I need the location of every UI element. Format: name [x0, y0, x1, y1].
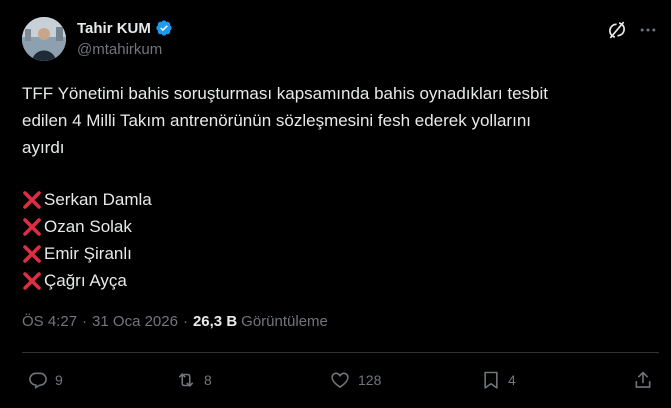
- retweet-icon: [175, 370, 197, 390]
- more-icon[interactable]: [637, 19, 659, 41]
- list-item-label: Çağrı Ayça: [44, 271, 127, 290]
- name-list: Serkan Damla Ozan Solak Emir Şiranlı Çağ…: [22, 186, 152, 294]
- reply-icon: [28, 370, 48, 390]
- reply-button[interactable]: 9: [28, 368, 63, 392]
- red-cross-mark-icon: [22, 271, 42, 291]
- grok-icon[interactable]: [606, 19, 628, 41]
- bookmark-button[interactable]: 4: [481, 368, 516, 392]
- share-icon: [633, 369, 653, 391]
- views-label: Görüntüleme: [241, 313, 328, 330]
- heart-icon: [329, 370, 351, 390]
- author-display-name[interactable]: Tahir KUM: [77, 20, 151, 37]
- author-handle[interactable]: @mtahirkum: [77, 41, 162, 58]
- retweet-count: 8: [204, 372, 212, 388]
- tweet-text-line: ayırdı: [22, 138, 65, 157]
- list-item: Ozan Solak: [22, 213, 152, 240]
- tweet-text-line: edilen 4 Milli Takım antrenörünün sözleş…: [22, 111, 531, 130]
- tweet-date[interactable]: 31 Oca 2026: [92, 313, 178, 330]
- tweet-time[interactable]: ÖS 4:27: [22, 313, 77, 330]
- tweet-card: Tahir KUM @mtahirkum TFF Yönetimi bahis …: [0, 0, 671, 408]
- bookmark-count: 4: [508, 372, 516, 388]
- retweet-button[interactable]: 8: [175, 368, 212, 392]
- list-item: Serkan Damla: [22, 186, 152, 213]
- red-cross-mark-icon: [22, 244, 42, 264]
- tweet-meta: ÖS 4:27 · 31 Oca 2026 · 26,3 B Görüntüle…: [22, 313, 328, 330]
- share-button[interactable]: [633, 368, 653, 392]
- tweet-text: TFF Yönetimi bahis soruşturması kapsamın…: [22, 80, 652, 161]
- red-cross-mark-icon: [22, 190, 42, 210]
- list-item: Emir Şiranlı: [22, 240, 152, 267]
- meta-separator: ·: [182, 313, 188, 330]
- like-button[interactable]: 128: [329, 368, 381, 392]
- list-item-label: Ozan Solak: [44, 217, 132, 236]
- views-count[interactable]: 26,3 B: [193, 313, 237, 330]
- verified-badge-icon[interactable]: [155, 19, 173, 37]
- like-count: 128: [358, 372, 382, 388]
- divider: [22, 352, 659, 353]
- avatar[interactable]: [22, 17, 66, 61]
- list-item: Çağrı Ayça: [22, 267, 152, 294]
- bookmark-icon: [481, 369, 501, 391]
- author-name-row: Tahir KUM: [77, 17, 173, 39]
- list-item-label: Emir Şiranlı: [44, 244, 132, 263]
- red-cross-mark-icon: [22, 217, 42, 237]
- tweet-text-line: TFF Yönetimi bahis soruşturması kapsamın…: [22, 84, 548, 103]
- reply-count: 9: [55, 372, 63, 388]
- list-item-label: Serkan Damla: [44, 190, 152, 209]
- meta-separator: ·: [82, 313, 88, 330]
